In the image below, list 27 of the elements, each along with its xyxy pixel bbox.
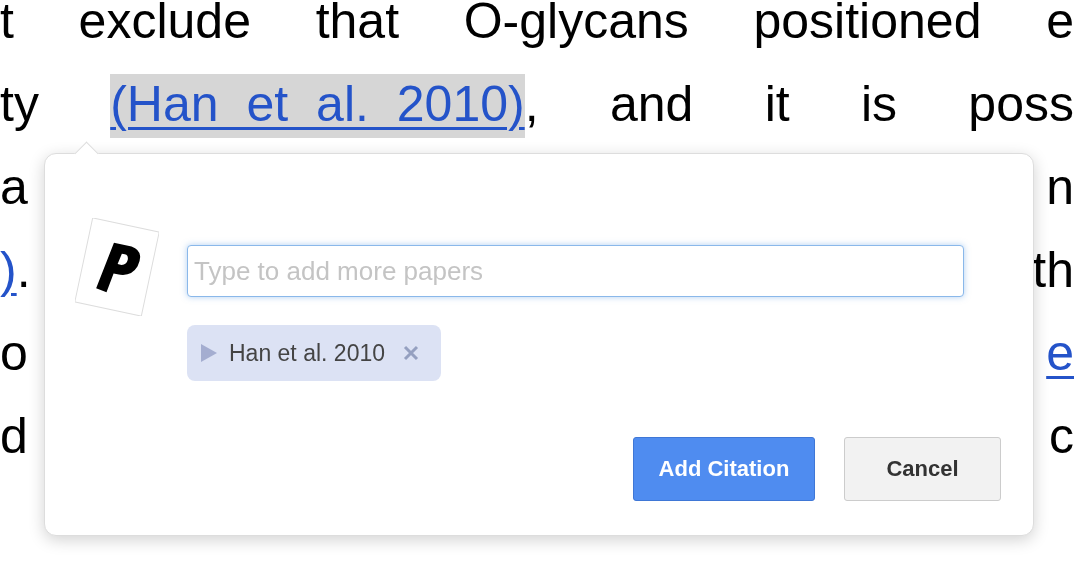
document-text: that: [315, 0, 400, 49]
document-text: positioned: [753, 0, 982, 49]
document-text: th: [1032, 241, 1074, 298]
paper-chip[interactable]: Han et al. 2010: [187, 325, 441, 381]
document-text: poss: [968, 75, 1074, 132]
document-text: it: [764, 75, 790, 132]
document-text: n: [1046, 158, 1074, 215]
document-text: is: [860, 75, 898, 132]
document-text: ,: [524, 75, 539, 132]
document-text: O-glycans: [463, 0, 689, 49]
cancel-button[interactable]: Cancel: [844, 437, 1001, 501]
citation-link[interactable]: (Han et al. 2010): [110, 73, 525, 138]
document-text: t: [0, 0, 14, 49]
document-text: c: [1049, 407, 1074, 464]
citation-link[interactable]: e: [1046, 324, 1074, 381]
document-text: o: [0, 324, 28, 381]
document-text: .: [16, 241, 31, 298]
close-icon[interactable]: [403, 345, 419, 361]
search-field[interactable]: Type to add more papers: [187, 245, 964, 297]
citation-link[interactable]: ): [0, 241, 17, 298]
document-text: e: [1046, 0, 1074, 49]
document-text: ty: [0, 75, 39, 132]
document-text: exclude: [78, 0, 251, 49]
document-text: d: [0, 407, 28, 464]
document-text: and: [609, 75, 694, 132]
play-icon: [201, 344, 217, 362]
document-text: a: [0, 158, 28, 215]
